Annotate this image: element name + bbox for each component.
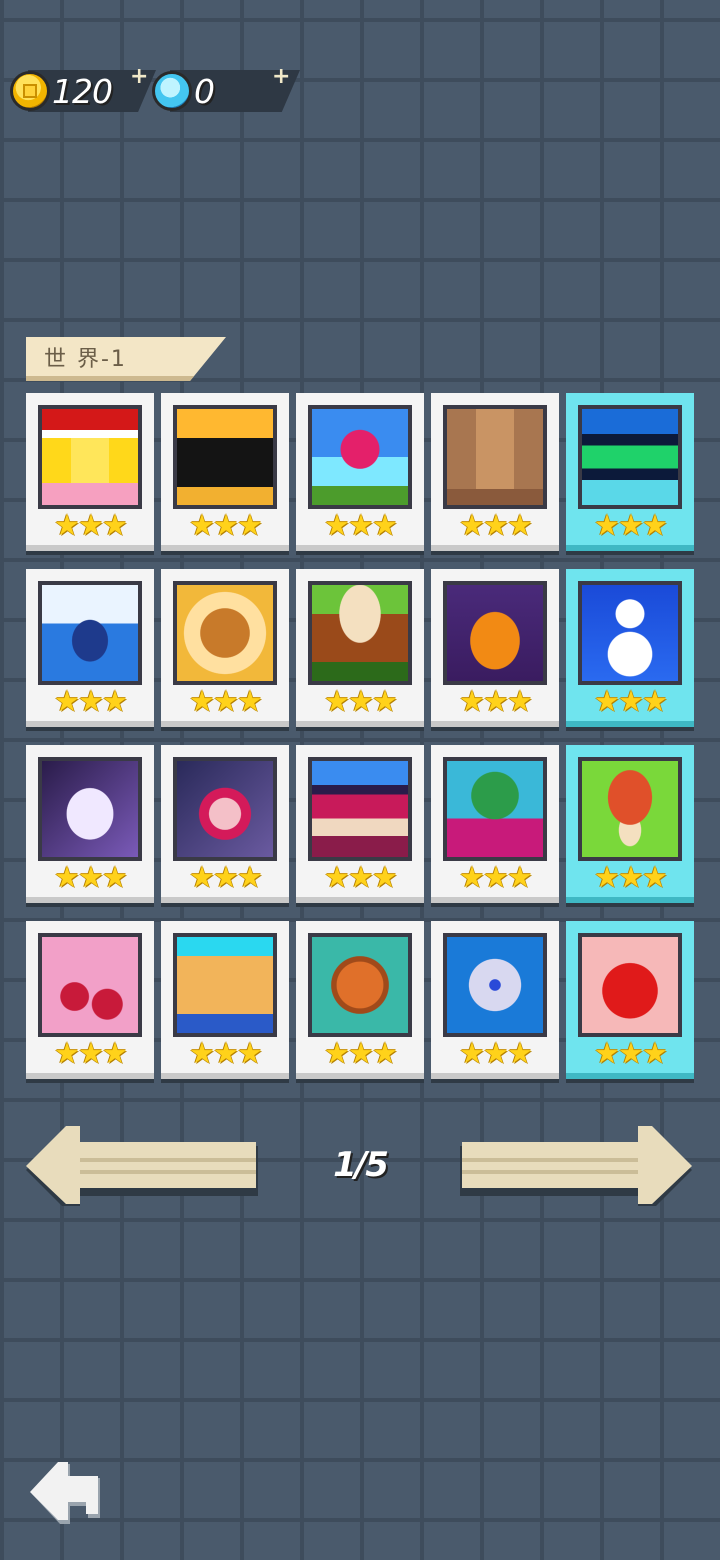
level-card[interactable]: ★★★ [161,569,289,727]
star-rating: ★★★ [54,860,128,894]
level-card[interactable]: ★★★ [296,569,424,727]
right-arrow-icon [460,1126,692,1206]
level-grid: ★★★ ★★★ ★★★ ★★★ ★★★ ★★★ ★★★ ★★★ ★★★ ★★★ ★★★ ★★★ ★★★ ★… [26,393,696,1079]
penguin-icon [42,585,138,681]
add-gems-button[interactable]: + [272,64,290,89]
tomato-icon [582,937,678,1033]
star-rating: ★★★ [594,860,668,894]
level-card[interactable]: ★★★ [296,921,424,1079]
level-thumbnail [308,933,412,1037]
level-thumbnail [38,581,142,685]
gold-coin-icon [10,71,50,111]
level-thumbnail [173,933,277,1037]
world-title: 世 界-1 [44,347,127,372]
level-card[interactable]: ★★★ [26,393,154,551]
next-page-button[interactable] [460,1126,692,1206]
level-thumbnail [38,757,142,861]
cherries-icon [42,937,138,1033]
book-stack-icon [312,761,408,857]
level-thumbnail [443,933,547,1037]
star-rating: ★★★ [54,684,128,718]
level-card[interactable]: ★★★ [566,393,694,551]
level-card[interactable]: ★★★ [431,393,559,551]
previous-page-button[interactable] [26,1126,258,1206]
level-thumbnail [443,581,547,685]
star-rating: ★★★ [459,1036,533,1070]
level-card[interactable]: ★★★ [566,921,694,1079]
back-arrow-icon [30,1462,100,1524]
level-card[interactable]: ★★★ [566,569,694,727]
level-thumbnail [443,757,547,861]
level-card[interactable]: ★★★ [161,393,289,551]
page-indicator: 1/5 [333,1145,389,1185]
left-arrow-icon [26,1126,258,1206]
star-rating: ★★★ [189,1036,263,1070]
level-thumbnail [578,757,682,861]
level-thumbnail [38,405,142,509]
coin-amount: 120 [52,71,113,111]
level-card[interactable]: ★★★ [26,569,154,727]
level-card[interactable]: ★★★ [161,745,289,903]
level-card[interactable]: ★★★ [296,393,424,551]
level-card[interactable]: ★★★ [566,745,694,903]
add-coins-button[interactable]: + [130,64,148,89]
star-rating: ★★★ [459,860,533,894]
snowman-icon [582,585,678,681]
level-thumbnail [173,405,277,509]
star-rating: ★★★ [189,684,263,718]
level-thumbnail [173,757,277,861]
level-card[interactable]: ★★★ [26,745,154,903]
level-card[interactable]: ★★★ [26,921,154,1079]
blue-gem-icon [152,71,192,111]
black-cat-icon [177,409,273,505]
folder-icon [177,937,273,1033]
vampire-icon [177,761,273,857]
level-thumbnail [308,757,412,861]
star-rating: ★★★ [324,684,398,718]
level-thumbnail [38,933,142,1037]
level-thumbnail [578,405,682,509]
ghost-icon [42,761,138,857]
star-rating: ★★★ [54,508,128,542]
star-rating: ★★★ [459,684,533,718]
drum-icon [312,585,408,681]
copper-coin-icon [312,937,408,1033]
cookie-icon [177,585,273,681]
star-rating: ★★★ [189,860,263,894]
star-rating: ★★★ [324,508,398,542]
level-thumbnail [173,581,277,685]
level-thumbnail [308,581,412,685]
level-thumbnail [443,405,547,509]
level-card[interactable]: ★★★ [161,921,289,1079]
star-rating: ★★★ [324,1036,398,1070]
mushroom-icon [582,761,678,857]
back-button[interactable] [30,1460,102,1528]
potted-cactus-icon [447,761,543,857]
level-card[interactable]: ★★★ [296,745,424,903]
green-bottle-icon [582,409,678,505]
gem-counter[interactable]: 0 + [152,64,300,114]
rose-icon [312,409,408,505]
star-rating: ★★★ [54,1036,128,1070]
disc-icon [447,937,543,1033]
star-rating: ★★★ [594,1036,668,1070]
pumpkin-icon [447,585,543,681]
star-rating: ★★★ [594,508,668,542]
level-card[interactable]: ★★★ [431,745,559,903]
level-thumbnail [578,933,682,1037]
level-thumbnail [308,405,412,509]
level-card[interactable]: ★★★ [431,569,559,727]
gem-amount: 0 [194,71,215,111]
level-card[interactable]: ★★★ [431,921,559,1079]
star-rating: ★★★ [324,860,398,894]
wooden-door-icon [447,409,543,505]
star-rating: ★★★ [189,508,263,542]
star-rating: ★★★ [594,684,668,718]
star-rating: ★★★ [459,508,533,542]
level-thumbnail [578,581,682,685]
coin-counter[interactable]: 120 + [10,64,156,114]
chick-icon [42,409,138,505]
